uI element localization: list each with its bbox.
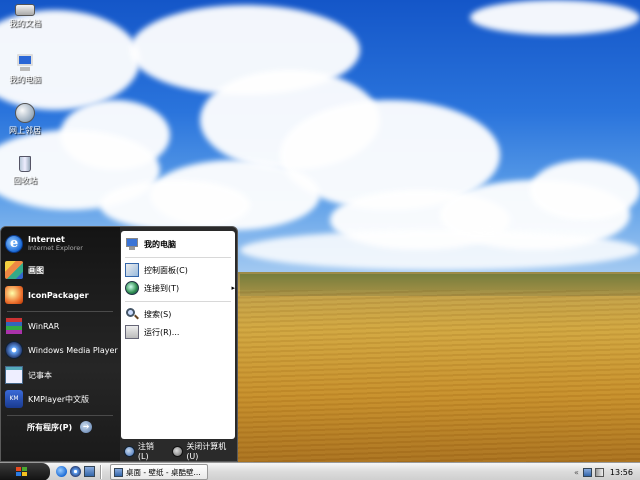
- start-item-label: IconPackager: [28, 290, 89, 300]
- network-tray-icon[interactable]: [582, 467, 592, 477]
- windows-media-player-icon: [5, 341, 23, 359]
- paint-icon: [5, 261, 23, 279]
- desktop-icon-network-places[interactable]: 网上邻居: [4, 103, 46, 136]
- all-programs-label: 所有程序(P): [27, 422, 73, 432]
- start-menu-divider: [125, 257, 231, 258]
- logoff-button[interactable]: 注销(L): [124, 441, 164, 461]
- start-menu-divider: [125, 301, 231, 302]
- start-item-internet[interactable]: Internet Internet Explorer: [5, 233, 117, 255]
- desktop-icon-recycle-bin[interactable]: 回收站: [4, 153, 46, 186]
- start-item-kmplayer[interactable]: KM KMPlayer中文版: [5, 388, 117, 410]
- logoff-icon: [124, 445, 135, 457]
- desktop-icon-label: 回收站: [13, 176, 37, 185]
- start-item-windows-media-player[interactable]: Windows Media Player: [5, 339, 118, 361]
- recycle-bin-icon: [15, 153, 35, 173]
- start-menu-programs-pane: Internet Internet Explorer 画图 IconPackag…: [1, 227, 120, 461]
- my-computer-icon: [15, 52, 35, 72]
- desktop-icon-my-documents[interactable]: 我的文档: [4, 4, 46, 29]
- start-item-sublabel: Internet Explorer: [28, 244, 83, 252]
- winrar-icon: [5, 317, 23, 335]
- start-item-winrar[interactable]: WinRAR: [5, 315, 117, 337]
- window-icon: [114, 467, 123, 477]
- volume-tray-icon[interactable]: [594, 467, 604, 477]
- quicklaunch-divider: [100, 465, 102, 479]
- my-documents-icon: [15, 4, 35, 16]
- desktop-icon-label: 我的电脑: [9, 75, 41, 84]
- tray-expand-icon[interactable]: «: [574, 468, 579, 477]
- network-places-icon: [15, 103, 35, 123]
- submenu-arrow-icon: ▸: [231, 284, 235, 292]
- start-item-paint[interactable]: 画图: [5, 259, 117, 281]
- start-item-iconpackager[interactable]: IconPackager: [5, 284, 117, 306]
- start-right-label: 控制面板(C): [144, 265, 188, 275]
- start-item-label: KMPlayer中文版: [28, 394, 90, 404]
- taskbar-window-button[interactable]: 桌面 - 壁纸 - 桌酷壁...: [110, 464, 208, 480]
- start-right-connect-to[interactable]: 连接到(T) ▸: [125, 279, 235, 297]
- start-menu-places-pane: 我的电脑 控制面板(C) 连接到(T) ▸ 搜索(S) 运行(R)...: [121, 231, 235, 439]
- logoff-label: 注销(L): [137, 442, 154, 461]
- start-right-search[interactable]: 搜索(S): [125, 305, 231, 323]
- system-tray: « 13:56: [574, 464, 640, 480]
- start-right-label: 连接到(T): [144, 283, 180, 293]
- internet-explorer-icon: [5, 235, 23, 253]
- start-item-notepad[interactable]: 记事本: [5, 364, 117, 386]
- start-item-label: Internet: [28, 235, 65, 244]
- taskbar: 桌面 - 壁纸 - 桌酷壁... « 13:56: [0, 462, 640, 480]
- start-right-control-panel[interactable]: 控制面板(C): [125, 261, 231, 279]
- start-right-run[interactable]: 运行(R)...: [125, 323, 231, 341]
- search-icon: [125, 307, 139, 321]
- start-menu: Internet Internet Explorer 画图 IconPackag…: [0, 226, 238, 462]
- start-menu-divider: [7, 311, 113, 312]
- clock[interactable]: 13:56: [610, 468, 633, 477]
- iconpackager-icon: [5, 286, 23, 304]
- start-right-my-computer[interactable]: 我的电脑: [125, 235, 231, 253]
- start-item-label: WinRAR: [28, 321, 60, 331]
- start-button[interactable]: [0, 463, 50, 480]
- quicklaunch-internet-explorer-icon[interactable]: [56, 466, 67, 477]
- quicklaunch-media-player-icon[interactable]: [70, 466, 81, 477]
- kmplayer-icon: KM: [5, 390, 23, 408]
- desktop-icon-label: 网上邻居: [9, 126, 41, 135]
- start-item-label: Windows Media Player: [28, 345, 118, 355]
- shutdown-label: 关闭计算机(U): [186, 442, 227, 461]
- shutdown-button[interactable]: 关闭计算机(U): [172, 441, 237, 461]
- start-right-label: 运行(R)...: [144, 327, 180, 337]
- control-panel-icon: [125, 263, 139, 277]
- notepad-icon: [5, 366, 23, 384]
- desktop-icon-my-computer[interactable]: 我的电脑: [4, 52, 46, 85]
- shutdown-icon: [172, 445, 184, 457]
- desktop-icon-label: 我的文档: [9, 19, 41, 28]
- windows-logo-icon: [16, 467, 27, 477]
- start-item-label: 画图: [28, 265, 44, 275]
- start-menu-divider: [7, 415, 113, 416]
- start-right-label: 搜索(S): [144, 309, 172, 319]
- my-computer-icon: [125, 237, 139, 251]
- all-programs-button[interactable]: 所有程序(P) ➔: [27, 421, 93, 433]
- start-item-label: 记事本: [28, 370, 52, 380]
- quicklaunch-show-desktop-icon[interactable]: [84, 466, 95, 477]
- run-icon: [125, 325, 139, 339]
- connect-to-icon: [125, 281, 139, 295]
- taskbar-window-label: 桌面 - 壁纸 - 桌酷壁...: [126, 467, 201, 477]
- start-menu-footer: 注销(L) 关闭计算机(U): [120, 439, 237, 461]
- arrow-right-icon: ➔: [80, 421, 93, 433]
- start-right-label: 我的电脑: [144, 239, 176, 249]
